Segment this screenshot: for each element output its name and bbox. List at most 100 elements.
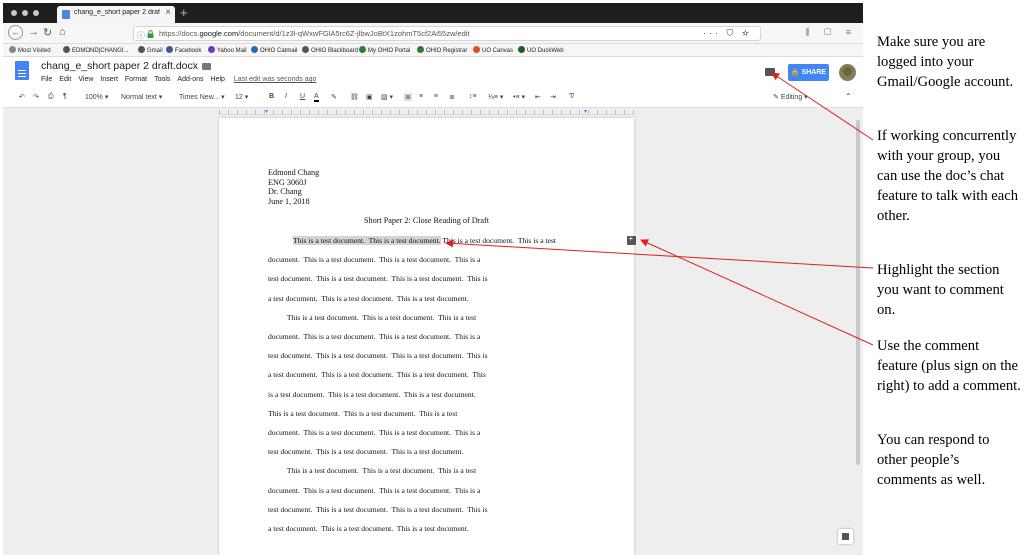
print-icon[interactable]: ⎙ [48,93,54,101]
menu-item-insert[interactable]: Insert [100,76,118,83]
menu-item-format[interactable]: Format [125,76,147,83]
body-line: document. This is a test document. This … [268,332,481,341]
comment-icon[interactable]: ▣ [366,93,373,101]
menu-item-tools[interactable]: Tools [154,76,170,83]
menu-bar: File Edit View Insert Format Tools Add-ons Help… [41,76,323,83]
body-line: document. This is a test document. This … [268,428,481,437]
increase-indent-icon[interactable]: ⇥ [550,93,556,101]
bookmark-icon [518,46,525,53]
document-canvas[interactable]: ▾ ▾ Edmond Chang ENG 3060J Dr. Chang June 1… [3,108,863,555]
bookmark-label: Gmail [147,48,163,54]
docs-header: chang_e_short paper 2 draft.docx ☆ File E… [3,57,863,89]
bookmark-item[interactable]: Gmail [138,46,163,54]
bookmark-item[interactable]: OHIO Blackboard [302,46,358,54]
library-sidebar-menu-icons[interactable]: ⫼ ▢ ≡ [805,27,857,38]
highlighted-selection[interactable]: This is a test document. This is a test … [293,236,441,245]
close-window-dot[interactable] [11,10,17,16]
align-left-icon[interactable]: ≣ [404,93,412,101]
url-bar[interactable]: ⓘ https://docs.google.com/document/d/1z3… [133,26,761,41]
document-page[interactable]: Edmond Chang ENG 3060J Dr. Chang June 1, 20… [219,118,634,555]
link-icon[interactable]: ⛓ [350,93,359,101]
bookmark-label: My OHIO Portal [368,48,411,54]
redo-icon[interactable]: ↷ [33,93,39,101]
docs-logo-icon[interactable] [15,61,29,80]
bookmark-label: Yahoo Mail [217,48,247,54]
forward-arrow-icon[interactable]: → [28,26,39,38]
bookmark-item[interactable]: Most Visited [9,46,51,54]
reload-icon[interactable]: ↻ [43,26,52,39]
browser-window: chang_e_short paper 2 draft.docx × + ← →… [3,3,863,555]
share-button[interactable]: 🔒 SHARE [788,64,829,81]
left-indent-marker[interactable]: ▾ [265,108,268,115]
ruler-ticks [219,110,634,114]
folder-icon[interactable] [202,63,211,70]
document-heading: Short Paper 2: Close Reading of Draft [363,216,490,225]
chat-icon[interactable] [765,68,775,76]
chevron-up-icon[interactable]: ⌃ [845,92,852,101]
zoom-select[interactable]: 100% ▾ [85,93,108,101]
ruler[interactable]: ▾ ▾ [219,108,634,115]
bulleted-list-icon[interactable]: •≡ ▾ [513,93,525,101]
underline-button[interactable]: U [300,93,305,100]
body-line: document. This is a test document. This … [268,255,481,265]
highlight-color-icon[interactable]: ✎ [331,93,337,101]
align-right-icon[interactable]: ≡ [434,93,438,100]
close-icon[interactable]: × [165,7,171,18]
editing-mode-select[interactable]: ✎ Editing ▾ [773,93,808,101]
docs-favicon-icon [62,10,70,19]
menu-item-view[interactable]: View [78,76,93,83]
tab-active[interactable]: chang_e_short paper 2 draft.docx × [57,6,175,23]
clear-formatting-icon[interactable]: T̸ [569,93,573,100]
text-color-button[interactable]: A [314,93,319,102]
bookmark-icon [138,46,145,53]
last-edit-link[interactable]: Last edit was seconds ago [234,76,317,83]
bookmark-item[interactable]: Facebook [166,46,201,54]
justify-icon[interactable]: ≣ [449,93,455,101]
menu-item-file[interactable]: File [41,76,52,83]
decrease-indent-icon[interactable]: ⇤ [535,93,541,101]
numbered-list-icon[interactable]: ⅓≡ ▾ [488,93,503,101]
menu-item-edit[interactable]: Edit [59,76,71,83]
paint-format-icon[interactable]: ¶ [63,93,67,100]
italic-button[interactable]: I [285,93,287,100]
header-line: June 1, 2018 [268,196,310,206]
avatar[interactable] [839,64,856,81]
bookmark-item[interactable]: UO Canvas [473,46,513,54]
right-indent-marker[interactable]: ▾ [584,108,587,115]
url-domain: google.com [199,29,239,38]
bookmark-label: OHIO Catmail [260,48,298,54]
bookmark-item[interactable]: My OHIO Portal [359,46,410,54]
star-icon[interactable]: ☆ [189,60,198,71]
document-title[interactable]: chang_e_short paper 2 draft.docx [41,60,198,72]
style-select[interactable]: Normal text ▾ [121,93,162,101]
bookmark-item[interactable]: OHIO Registrar [417,46,467,54]
bookmark-item[interactable]: Yahoo Mail [208,46,247,54]
explore-button[interactable] [838,529,853,544]
bookmark-icon [166,46,173,53]
new-tab-button[interactable]: + [180,5,188,20]
undo-icon[interactable]: ↶ [19,93,25,101]
home-icon[interactable]: ⌂ [59,26,66,38]
menu-item-help[interactable]: Help [211,76,225,83]
body-line: a test document. This is a test document… [268,370,486,380]
info-icon[interactable]: ⓘ [137,30,145,41]
formatting-toolbar: ↶ ↷ ⎙ ¶ 100% ▾ Normal text ▾ Times New..… [3,89,863,108]
scrollbar[interactable] [856,120,860,465]
menu-item-add-ons[interactable]: Add-ons [177,76,203,83]
image-icon[interactable]: ▨ ▾ [381,93,393,101]
page-actions-menu[interactable]: ··· ⛉ ☆ [703,28,752,39]
bold-button[interactable]: B [269,93,274,100]
back-arrow-icon[interactable]: ← [8,25,23,40]
bookmark-item[interactable]: OHIO Catmail [251,46,297,54]
maximize-window-dot[interactable] [33,10,39,16]
minimize-window-dot[interactable] [22,10,28,16]
font-select[interactable]: Times New... ▾ [179,93,225,101]
align-center-icon[interactable]: ≡ [419,93,423,100]
bookmark-item[interactable]: UO DuckWeb [518,46,564,54]
bookmark-item[interactable]: EDMOND|CHANGI... [63,46,129,54]
font-size-select[interactable]: 12 ▾ [235,93,248,101]
header-line: ENG 3060J [268,177,307,187]
add-comment-icon[interactable] [627,234,636,245]
body-line: This is a test document. This is a test … [268,408,458,418]
line-spacing-icon[interactable]: ↕≡ [469,93,477,100]
